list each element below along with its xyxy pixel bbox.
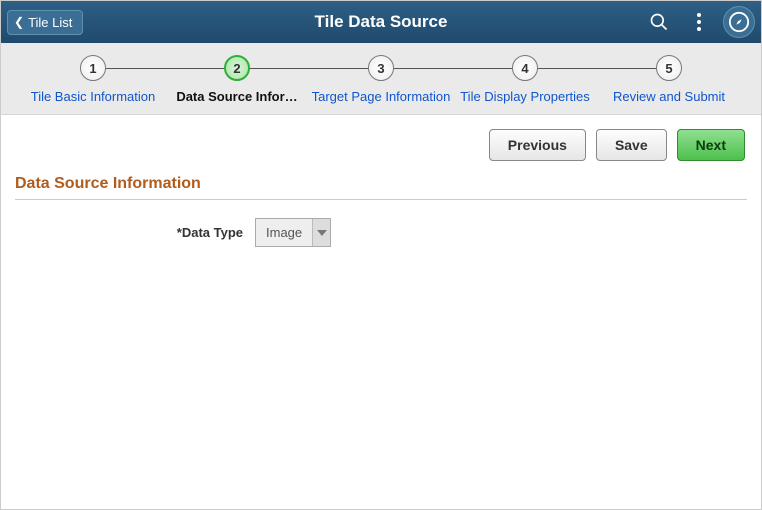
step-label: Target Page Information xyxy=(312,89,451,104)
wizard-stepper: 1 Tile Basic Information 2 Data Source I… xyxy=(1,43,761,115)
step-2: 2 Data Source Infor… xyxy=(165,55,309,104)
back-button-label: Tile List xyxy=(28,15,72,30)
step-3[interactable]: 3 Target Page Information xyxy=(309,55,453,104)
step-label: Data Source Infor… xyxy=(176,89,297,104)
data-type-select[interactable]: Image xyxy=(255,218,331,247)
step-number: 5 xyxy=(656,55,682,81)
search-icon xyxy=(649,12,669,32)
data-type-value: Image xyxy=(256,219,312,246)
data-type-label: *Data Type xyxy=(15,225,243,240)
step-1[interactable]: 1 Tile Basic Information xyxy=(21,55,165,104)
section-title: Data Source Information xyxy=(15,175,747,193)
navigation-button[interactable] xyxy=(723,6,755,38)
step-number: 2 xyxy=(224,55,250,81)
data-type-row: *Data Type Image xyxy=(1,218,761,247)
more-menu-button[interactable] xyxy=(683,6,715,38)
chevron-down-icon xyxy=(312,219,330,246)
app-header: ❮ Tile List Tile Data Source xyxy=(1,1,761,43)
step-label: Tile Display Properties xyxy=(460,89,590,104)
chevron-left-icon: ❮ xyxy=(14,16,24,28)
kebab-icon xyxy=(697,13,701,31)
step-number: 1 xyxy=(80,55,106,81)
step-label: Review and Submit xyxy=(613,89,725,104)
header-actions xyxy=(643,6,755,38)
step-5[interactable]: 5 Review and Submit xyxy=(597,55,741,104)
step-number: 3 xyxy=(368,55,394,81)
search-button[interactable] xyxy=(643,6,675,38)
back-button[interactable]: ❮ Tile List xyxy=(7,10,83,35)
step-4[interactable]: 4 Tile Display Properties xyxy=(453,55,597,104)
previous-button[interactable]: Previous xyxy=(489,129,586,161)
compass-icon xyxy=(728,11,750,33)
step-number: 4 xyxy=(512,55,538,81)
action-bar: Previous Save Next xyxy=(1,115,761,175)
save-button[interactable]: Save xyxy=(596,129,667,161)
step-label: Tile Basic Information xyxy=(31,89,156,104)
divider xyxy=(15,199,747,200)
next-button[interactable]: Next xyxy=(677,129,745,161)
